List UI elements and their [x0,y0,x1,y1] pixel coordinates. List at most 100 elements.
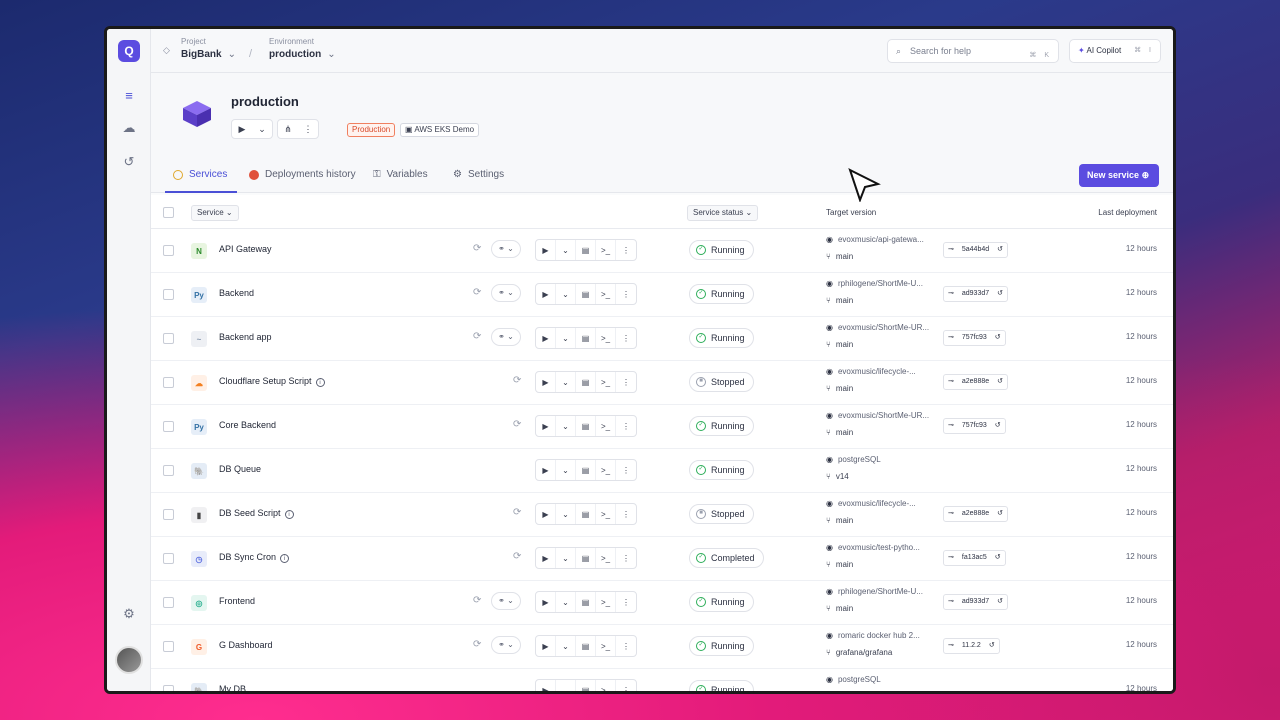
play-icon[interactable]: ▶ [536,680,556,691]
table-row[interactable]: ~ Backend app ⟳ ⚭ ⌄ ▶ ⌄ ▤ >_ ⋮ ✓ Running ◉ evoxmusic… [151,317,1173,361]
link-button[interactable]: ⚭ ⌄ [491,240,521,258]
service-actions[interactable]: ▶ ⌄ ▤ >_ ⋮ [535,679,637,692]
chevron-down-icon[interactable]: ⌄ [556,328,576,348]
service-actions[interactable]: ▶ ⌄ ▤ >_ ⋮ [535,327,637,349]
logs-icon[interactable]: ▤ [576,284,596,304]
tab-services[interactable]: Services [173,169,227,180]
service-name[interactable]: My DB [219,684,246,691]
service-name[interactable]: Core Backend [219,420,276,430]
history-icon[interactable]: ↺ [989,639,995,653]
chevron-down-icon[interactable]: ⌄ [556,504,576,524]
history-icon[interactable]: ↺ [997,595,1003,609]
breadcrumb-environment[interactable]: Environment production ⌄ [269,37,336,60]
more-icon[interactable]: ⋮ [616,328,636,348]
service-name[interactable]: Backend app [219,332,272,342]
info-icon[interactable]: i [315,378,325,387]
terminal-icon[interactable]: >_ [596,284,616,304]
layers-icon[interactable]: ≡ [120,86,138,104]
table-row[interactable]: Py Core Backend ⟳ ▶ ⌄ ▤ >_ ⋮ ✓ Running ◉ evoxmusic/… [151,405,1173,449]
row-checkbox[interactable] [163,377,174,388]
play-icon[interactable]: ▶ [536,460,556,480]
service-column-filter[interactable]: Service ⌄ [191,205,239,221]
service-actions[interactable]: ▶ ⌄ ▤ >_ ⋮ [535,547,637,569]
link-button[interactable]: ⚭ ⌄ [491,636,521,654]
logs-icon[interactable]: ▤ [576,636,596,656]
environment-selector[interactable]: production ⌄ [269,49,336,60]
service-actions[interactable]: ▶ ⌄ ▤ >_ ⋮ [535,415,637,437]
info-icon[interactable]: i [284,510,294,519]
tab-settings[interactable]: ⚙ Settings [453,169,504,180]
more-icon[interactable]: ⋮ [616,636,636,656]
service-name[interactable]: DB Queue [219,464,261,474]
terminal-icon[interactable]: >_ [596,460,616,480]
table-row[interactable]: Py Backend ⟳ ⚭ ⌄ ▶ ⌄ ▤ >_ ⋮ ✓ Running ◉ rphilogene/S… [151,273,1173,317]
service-actions[interactable]: ▶ ⌄ ▤ >_ ⋮ [535,283,637,305]
service-name[interactable]: API Gateway [219,244,272,254]
link-button[interactable]: ⚭ ⌄ [491,592,521,610]
play-icon[interactable]: ▶ [536,328,556,348]
logs-icon[interactable]: ▤ [576,372,596,392]
commit-badge[interactable]: ⊸ ad933d7 ↺ [943,286,1009,302]
service-name[interactable]: Backend [219,288,254,298]
table-row[interactable]: ▮ DB Seed Script i ⟳ ▶ ⌄ ▤ >_ ⋮ ■ Stopped ◉ evoxmusi… [151,493,1173,537]
history-icon[interactable]: ↺ [997,507,1003,521]
more-icon[interactable]: ⋮ [616,680,636,692]
project-selector[interactable]: BigBank ⌄ [181,49,236,60]
link-button[interactable]: ⚭ ⌄ [491,328,521,346]
history-icon[interactable]: ↺ [997,287,1003,301]
tab-variables[interactable]: ⚿ Variables [373,169,428,180]
terminal-icon[interactable]: >_ [596,680,616,691]
play-icon[interactable]: ▶ [536,636,556,656]
commit-badge[interactable]: ⊸ 11.2.2 ↺ [943,638,1000,654]
history-icon[interactable]: ↺ [997,243,1003,257]
logs-icon[interactable]: ▤ [576,240,596,260]
environment-actions[interactable]: ⋔ ⋮ [277,119,319,139]
select-all-checkbox[interactable] [163,207,174,218]
chevron-down-icon[interactable]: ⌄ [556,548,576,568]
logs-icon[interactable]: ▤ [576,504,596,524]
commit-badge[interactable]: ⊸ 757fc93 ↺ [943,330,1006,346]
history-icon[interactable]: ↺ [995,551,1001,565]
qovery-logo-icon[interactable]: Q [118,40,140,62]
chevron-down-icon[interactable]: ⌄ [556,284,576,304]
service-actions[interactable]: ▶ ⌄ ▤ >_ ⋮ [535,635,637,657]
row-checkbox[interactable] [163,465,174,476]
chevron-down-icon[interactable]: ⌄ [556,460,576,480]
row-checkbox[interactable] [163,553,174,564]
commit-badge[interactable]: ⊸ a2e888e ↺ [943,506,1009,522]
row-checkbox[interactable] [163,421,174,432]
terminal-icon[interactable]: >_ [596,636,616,656]
play-icon[interactable]: ▶ [536,284,556,304]
search-input[interactable]: ⌕ Search for help ⌘ K [887,39,1059,63]
history-icon[interactable]: ↺ [995,419,1001,433]
chevron-down-icon[interactable]: ⌄ [556,636,576,656]
avatar[interactable] [115,646,143,674]
gear-icon[interactable]: ⚙ [120,605,138,623]
play-icon[interactable]: ▶ [536,416,556,436]
table-row[interactable]: 🐘 DB Queue ▶ ⌄ ▤ >_ ⋮ ✓ Running ◉ postgreSQL ⑂ v14 12… [151,449,1173,493]
table-row[interactable]: ☁ Cloudflare Setup Script i ⟳ ▶ ⌄ ▤ >_ ⋮ ■ Stopped… [151,361,1173,405]
table-row[interactable]: ◎ Frontend ⟳ ⚭ ⌄ ▶ ⌄ ▤ >_ ⋮ ✓ Running ◉ rphilogene/S… [151,581,1173,625]
table-row[interactable]: ◷ DB Sync Cron i ⟳ ▶ ⌄ ▤ >_ ⋮ ✓ Completed ◉ evoxmusi… [151,537,1173,581]
row-checkbox[interactable] [163,245,174,256]
terminal-icon[interactable]: >_ [596,416,616,436]
commit-badge[interactable]: ⊸ ad933d7 ↺ [943,594,1009,610]
service-name[interactable]: DB Seed Script i [219,508,294,519]
play-icon[interactable]: ▶ [536,240,556,260]
terminal-icon[interactable]: >_ [596,328,616,348]
history-icon[interactable]: ↺ [120,153,138,171]
table-row[interactable]: G G Dashboard ⟳ ⚭ ⌄ ▶ ⌄ ▤ >_ ⋮ ✓ Running ◉ romaric d… [151,625,1173,669]
play-icon[interactable]: ▶ [536,372,556,392]
row-checkbox[interactable] [163,597,174,608]
terminal-icon[interactable]: >_ [596,504,616,524]
logs-icon[interactable]: ▤ [576,460,596,480]
chevron-down-icon[interactable]: ⌄ [556,416,576,436]
row-checkbox[interactable] [163,333,174,344]
tab-deployments-history[interactable]: Deployments history [249,169,356,180]
more-icon[interactable]: ⋮ [616,460,636,480]
more-icon[interactable]: ⋮ [616,504,636,524]
play-icon[interactable]: ▶ [536,592,556,612]
service-name[interactable]: G Dashboard [219,640,273,650]
row-checkbox[interactable] [163,289,174,300]
service-name[interactable]: Frontend [219,596,255,606]
